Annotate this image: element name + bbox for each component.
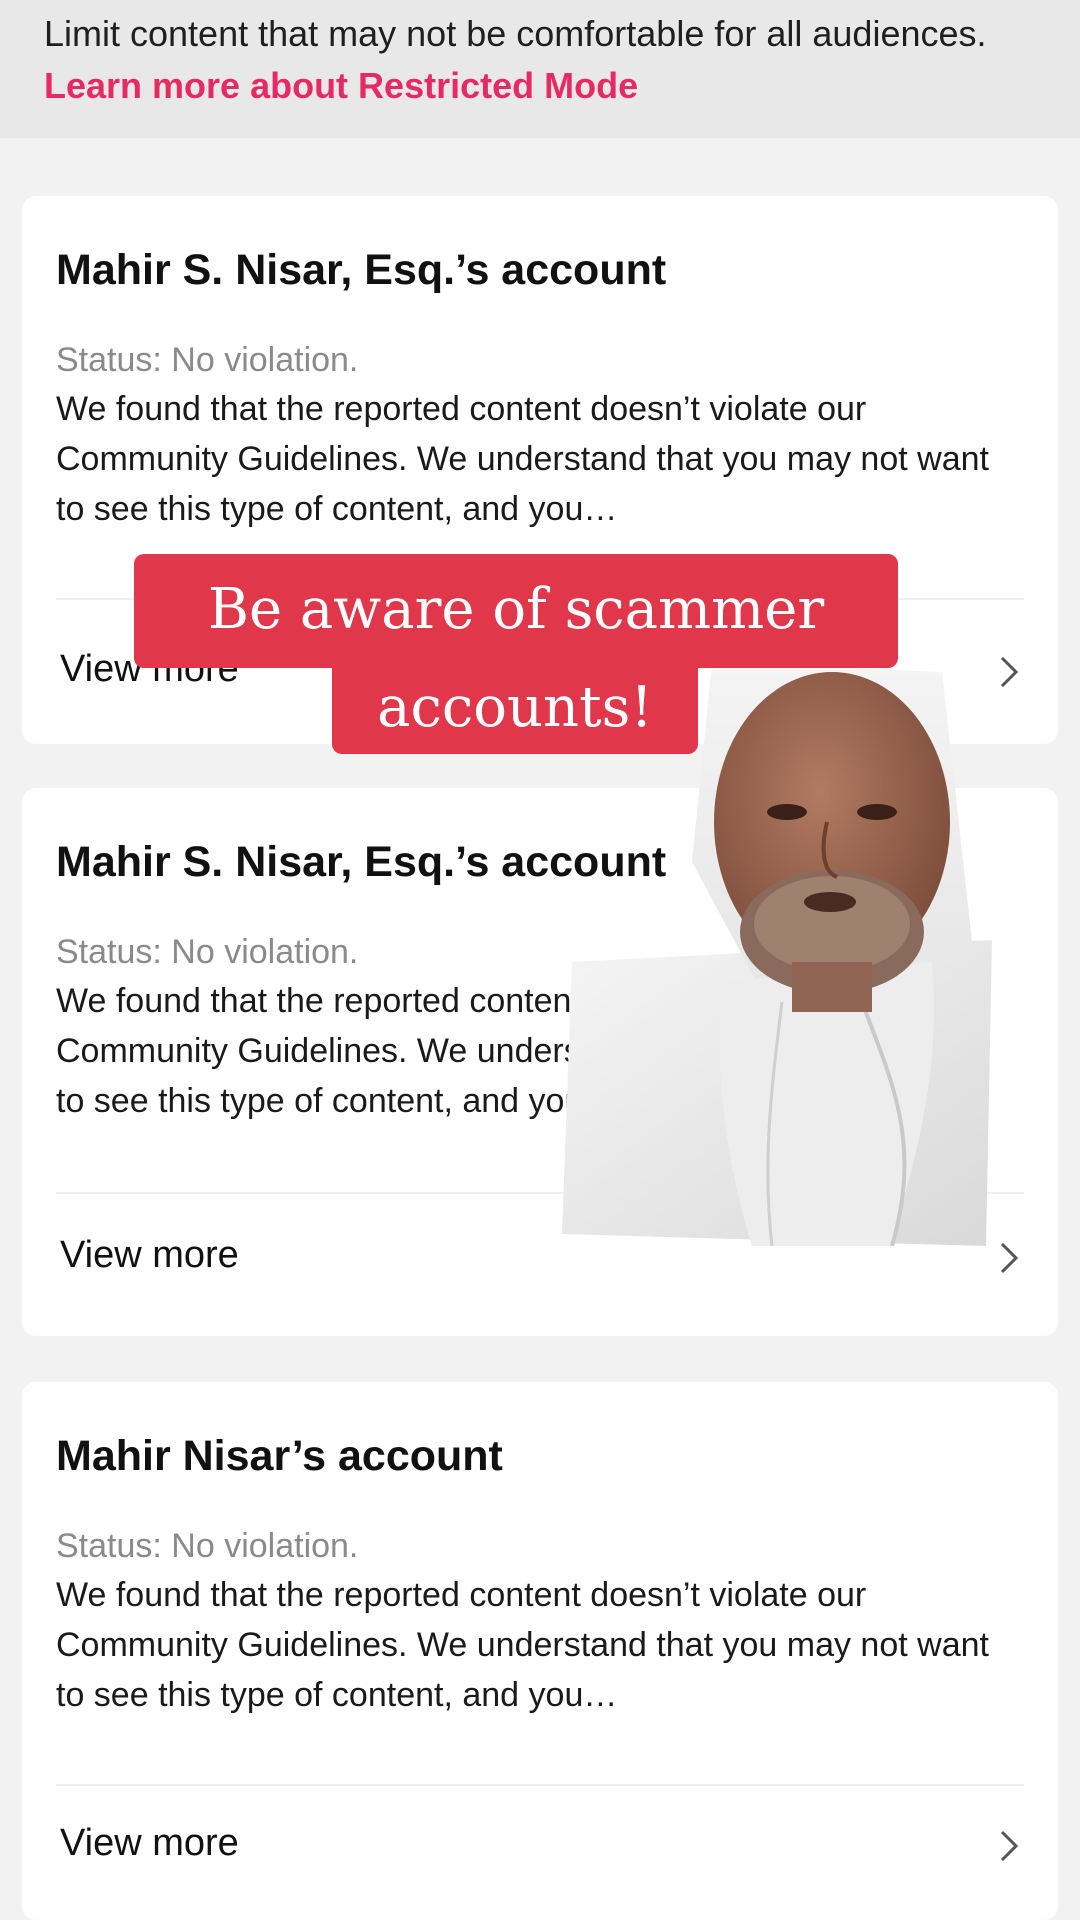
card-title: Mahir S. Nisar, Esq.’s account xyxy=(56,246,667,294)
status-label: Status: No violation. xyxy=(56,933,359,971)
restricted-mode-text: Limit content that may not be comfortabl… xyxy=(44,13,987,54)
view-more-button[interactable]: View more xyxy=(22,1786,1058,1920)
view-more-label: View more xyxy=(60,1822,239,1864)
status-label: Status: No violation. xyxy=(56,341,359,379)
overlay-caption-line-2: accounts! xyxy=(332,664,698,754)
chevron-right-icon xyxy=(1000,1242,1019,1274)
status-label: Status: No violation. xyxy=(56,1527,359,1565)
restricted-mode-banner: Limit content that may not be comfortabl… xyxy=(0,0,1080,138)
report-status-card: Mahir Nisar’s account Status: No violati… xyxy=(22,1382,1058,1920)
card-body-text: We found that the reported content doesn… xyxy=(56,1576,989,1714)
chevron-right-icon xyxy=(1000,1830,1019,1862)
learn-more-restricted-mode-link[interactable]: Learn more about Restricted Mode xyxy=(44,65,638,106)
card-body-text: We found that the reported content doesn… xyxy=(56,390,989,528)
view-more-label: View more xyxy=(60,1234,239,1276)
card-title: Mahir Nisar’s account xyxy=(56,1432,503,1480)
restricted-mode-description: Limit content that may not be comfortabl… xyxy=(44,8,1036,112)
overlay-caption-line-1: Be aware of scammer xyxy=(134,554,898,668)
chevron-right-icon xyxy=(1000,656,1019,688)
